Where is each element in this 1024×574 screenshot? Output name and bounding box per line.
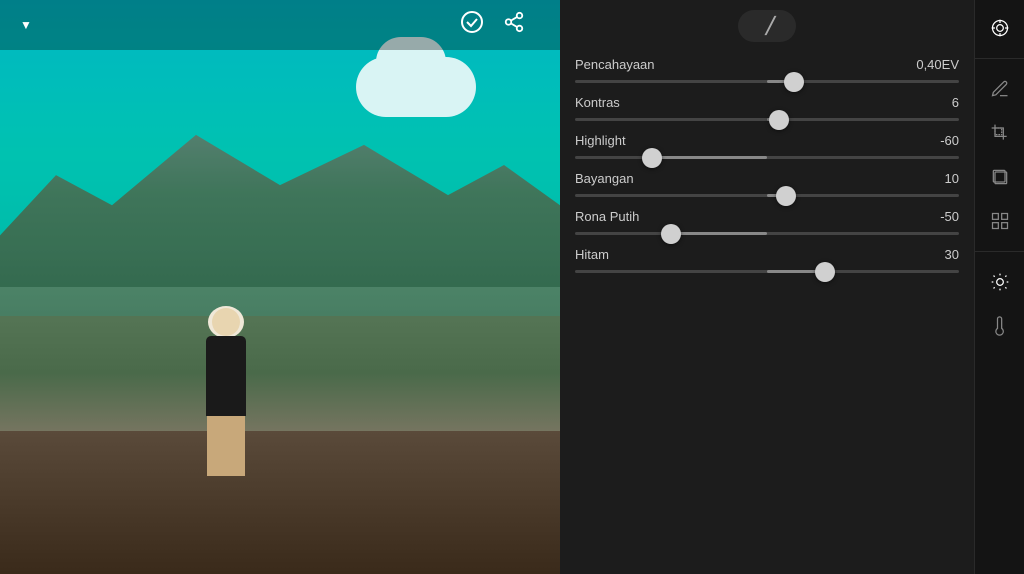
adj-label-row-hitam: Hitam 30 — [575, 247, 959, 262]
crop-icon[interactable] — [982, 115, 1018, 151]
adj-label-row-bayangan: Bayangan 10 — [575, 171, 959, 186]
person-head — [212, 308, 240, 336]
temp-icon[interactable] — [982, 308, 1018, 344]
adj-label-hitam: Hitam — [575, 247, 609, 262]
light-icon[interactable] — [982, 264, 1018, 300]
adj-value-pencahayaan: 0,40EV — [916, 57, 959, 72]
slider-fill-rona-putih — [671, 232, 767, 235]
adjustment-row-rona-putih: Rona Putih -50 — [575, 209, 959, 235]
adj-label-highlight: Highlight — [575, 133, 626, 148]
slider-thumb-bayangan[interactable] — [776, 186, 796, 206]
sliders-container: Pencahayaan 0,40EV Kontras 6 Highlight -60 Bay… — [575, 57, 959, 273]
adjustment-row-pencahayaan: Pencahayaan 0,40EV — [575, 57, 959, 83]
layers-icon[interactable] — [982, 159, 1018, 195]
slider-track-bayangan[interactable] — [575, 194, 959, 197]
sidebar-divider — [975, 251, 1024, 252]
filter-icon[interactable] — [982, 10, 1018, 46]
adj-label-row-rona-putih: Rona Putih -50 — [575, 209, 959, 224]
adj-value-rona-putih: -50 — [940, 209, 959, 224]
kurva-button[interactable]: ╱ — [738, 10, 797, 42]
adj-label-rona-putih: Rona Putih — [575, 209, 639, 224]
adj-label-kontras: Kontras — [575, 95, 620, 110]
chevron-down-icon: ▼ — [20, 18, 32, 32]
slider-thumb-rona-putih[interactable] — [661, 224, 681, 244]
slider-fill-highlight — [652, 156, 767, 159]
slider-thumb-kontras[interactable] — [769, 110, 789, 130]
slider-track-hitam[interactable] — [575, 270, 959, 273]
slider-thumb-highlight[interactable] — [642, 148, 662, 168]
adj-value-hitam: 30 — [945, 247, 959, 262]
adjustment-row-bayangan: Bayangan 10 — [575, 171, 959, 197]
adj-value-highlight: -60 — [940, 133, 959, 148]
adjustment-row-kontras: Kontras 6 — [575, 95, 959, 121]
adj-value-kontras: 6 — [952, 95, 959, 110]
slider-track-pencahayaan[interactable] — [575, 80, 959, 83]
slider-track-rona-putih[interactable] — [575, 232, 959, 235]
checkmark-icon[interactable] — [461, 11, 483, 39]
photo-panel: ▼ — [0, 0, 560, 574]
kurva-curve-icon: ╱ — [766, 16, 777, 36]
photo-topbar: ▼ — [0, 0, 560, 50]
adj-label-row-pencahayaan: Pencahayaan 0,40EV — [575, 57, 959, 72]
person-headscarf — [208, 306, 244, 338]
enhance-icon[interactable] — [982, 203, 1018, 239]
right-sidebar — [974, 0, 1024, 574]
sidebar-divider — [975, 58, 1024, 59]
topbar-icons — [461, 11, 545, 39]
share-icon[interactable] — [503, 11, 525, 39]
adj-label-bayangan: Bayangan — [575, 171, 634, 186]
person-legs — [207, 416, 245, 476]
adjustment-row-highlight: Highlight -60 — [575, 133, 959, 159]
adj-label-row-highlight: Highlight -60 — [575, 133, 959, 148]
slider-track-kontras[interactable] — [575, 118, 959, 121]
edit-tool-icon[interactable] — [982, 71, 1018, 107]
person-figure — [196, 308, 256, 488]
slider-thumb-pencahayaan[interactable] — [784, 72, 804, 92]
slider-track-highlight[interactable] — [575, 156, 959, 159]
photo-ground — [0, 431, 560, 574]
adj-value-bayangan: 10 — [945, 171, 959, 186]
adjustment-row-hitam: Hitam 30 — [575, 247, 959, 273]
slider-thumb-hitam[interactable] — [815, 262, 835, 282]
edit-button[interactable]: ▼ — [15, 18, 32, 32]
adj-label-row-kontras: Kontras 6 — [575, 95, 959, 110]
photo-background — [0, 0, 560, 574]
person-body — [206, 336, 246, 416]
controls-main: ╱ Pencahayaan 0,40EV Kontras 6 Highlight -60 B… — [560, 0, 974, 574]
adj-label-pencahayaan: Pencahayaan — [575, 57, 655, 72]
kurva-header: ╱ — [575, 10, 959, 42]
controls-panel: ╱ Pencahayaan 0,40EV Kontras 6 Highlight -60 B… — [560, 0, 1024, 574]
